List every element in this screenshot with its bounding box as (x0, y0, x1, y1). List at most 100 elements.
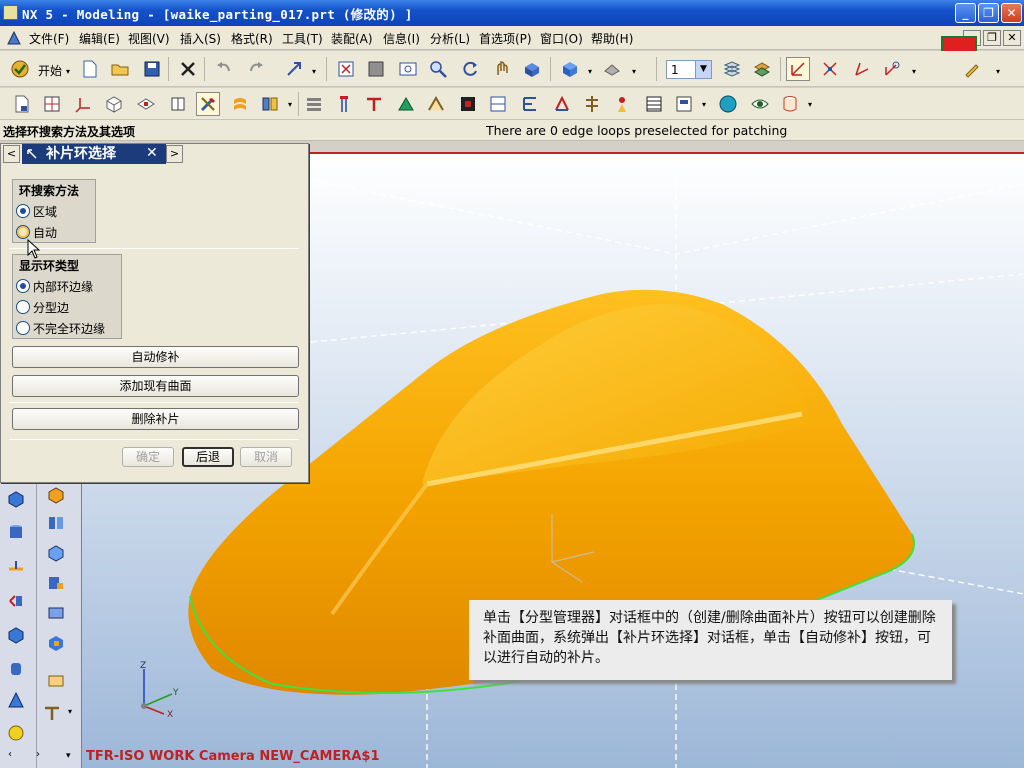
fit-view-icon[interactable] (334, 57, 358, 81)
cylinder-tool-icon[interactable] (4, 520, 28, 544)
wcs-toggle-icon[interactable] (786, 57, 810, 81)
minimize-button[interactable]: _ (955, 3, 976, 23)
wcs-dynamic-icon[interactable] (850, 57, 874, 81)
mold-base-dropdown-icon[interactable]: ▾ (286, 90, 294, 114)
radio-auto-indicator[interactable] (16, 225, 30, 239)
rotate-icon[interactable] (458, 57, 482, 81)
radio-incomplete-loop-indicator[interactable] (16, 321, 30, 335)
box-tool-icon[interactable] (4, 623, 28, 647)
offset-region-icon[interactable] (44, 601, 68, 625)
cancel-button[interactable]: 取消 (240, 447, 292, 467)
restore-button[interactable]: ❐ (978, 3, 999, 23)
radio-incomplete-loop[interactable]: 不完全环边缘 (16, 319, 105, 337)
dialog-title-bar[interactable]: 补片环选择 ✕ (22, 144, 166, 164)
cube-tool-icon[interactable] (4, 487, 28, 511)
menu-tools[interactable]: 工具(T) (282, 30, 323, 47)
pocket-icon[interactable] (550, 92, 574, 116)
menu-file[interactable]: 文件(F) (29, 30, 69, 47)
sphere-tool-icon[interactable] (4, 721, 28, 745)
zoom-icon[interactable] (426, 57, 450, 81)
mdi-restore-button[interactable]: ❐ (983, 30, 1001, 46)
workpiece-icon[interactable] (102, 92, 126, 116)
radio-inner-loop[interactable]: 内部环边缘 (16, 277, 93, 295)
delete-patch-button[interactable]: 删除补片 (12, 408, 299, 430)
render-style-icon[interactable] (558, 57, 582, 81)
delete-icon[interactable] (176, 57, 200, 81)
grid-select-icon[interactable] (40, 92, 64, 116)
radio-region[interactable]: 区域 (16, 202, 57, 220)
wcs-dropdown-icon[interactable]: ▾ (910, 57, 918, 81)
menu-view[interactable]: 视图(V) (128, 30, 170, 47)
standard-parts-icon[interactable] (302, 92, 326, 116)
hole-table-icon[interactable] (672, 92, 696, 116)
back-button[interactable]: 后退 (182, 447, 234, 467)
add-existing-surface-button[interactable]: 添加现有曲面 (12, 375, 299, 397)
trim-icon[interactable] (518, 92, 542, 116)
new-file-icon[interactable] (78, 57, 102, 81)
csys-icon[interactable] (72, 92, 96, 116)
split-body-icon[interactable] (44, 511, 68, 535)
background-dropdown-icon[interactable]: ▾ (630, 57, 638, 81)
drawing-dropdown-icon[interactable]: ▾ (700, 90, 708, 114)
selection-dropdown-icon[interactable]: ▾ (310, 57, 318, 81)
extend-body-icon[interactable] (44, 541, 68, 565)
dialog-prev-button[interactable]: < (3, 145, 20, 163)
radio-region-indicator[interactable] (16, 204, 30, 218)
runner-icon[interactable] (424, 92, 448, 116)
electrode-icon[interactable] (486, 92, 510, 116)
start-icon[interactable] (8, 57, 32, 81)
menu-analysis[interactable]: 分析(L) (430, 30, 470, 47)
mold-base-icon[interactable] (258, 92, 282, 116)
dialog-next-button[interactable]: > (166, 145, 183, 163)
auto-patch-button[interactable]: 自动修补 (12, 346, 299, 368)
gate-icon[interactable] (456, 92, 480, 116)
trim-body-icon[interactable] (4, 555, 28, 579)
layer-select[interactable]: 1 ▼ (666, 60, 712, 79)
bill-of-materials-icon[interactable] (610, 92, 634, 116)
mdi-close-button[interactable]: ✕ (1003, 30, 1021, 46)
menu-assembly[interactable]: 装配(A) (331, 30, 373, 47)
shaded-view-icon[interactable] (520, 57, 544, 81)
menu-window[interactable]: 窗口(O) (540, 30, 583, 47)
visibility-eye-icon[interactable] (748, 92, 772, 116)
ejector-tool-icon[interactable] (40, 701, 64, 725)
zoom-window-icon[interactable] (364, 57, 388, 81)
menu-info[interactable]: 信息(I) (383, 30, 420, 47)
start-button-label[interactable]: 开始 (38, 62, 62, 79)
replace-face-icon[interactable] (4, 589, 28, 613)
slider-icon[interactable] (394, 92, 418, 116)
dialog-close-icon[interactable]: ✕ (146, 143, 158, 163)
globe-view-icon[interactable] (716, 92, 740, 116)
wcs-origin-icon[interactable] (818, 57, 842, 81)
undo-icon[interactable] (212, 57, 236, 81)
resbar-dropdown-icon[interactable]: ▾ (66, 697, 74, 721)
sprue-icon[interactable] (362, 92, 386, 116)
resbar-more-icon[interactable]: ▾ (66, 751, 71, 761)
close-window-button[interactable]: ✕ (1001, 3, 1022, 23)
layer-dropdown-icon[interactable]: ▼ (695, 61, 711, 78)
ok-button[interactable]: 确定 (122, 447, 174, 467)
pan-icon[interactable] (490, 57, 514, 81)
mold-check-icon[interactable] (778, 92, 802, 116)
move-to-layer-icon[interactable] (750, 57, 774, 81)
menu-preferences[interactable]: 首选项(P) (479, 30, 532, 47)
render-dropdown-icon[interactable]: ▾ (586, 57, 594, 81)
menu-edit[interactable]: 编辑(E) (79, 30, 120, 47)
bounding-box-icon[interactable] (44, 669, 68, 693)
block-edit-icon[interactable] (44, 483, 68, 507)
solid-patch-icon[interactable] (44, 631, 68, 655)
layer-settings-icon[interactable] (720, 57, 744, 81)
background-icon[interactable] (600, 57, 624, 81)
resbar-scroll-right-icon[interactable]: › (36, 749, 40, 760)
check-dropdown-icon[interactable]: ▾ (806, 90, 814, 114)
open-folder-icon[interactable] (108, 57, 132, 81)
menu-insert[interactable]: 插入(S) (180, 30, 221, 47)
radio-parting-edge-indicator[interactable] (16, 300, 30, 314)
start-dropdown-icon[interactable]: ▾ (64, 57, 72, 81)
wcs-rotate-icon[interactable] (880, 57, 904, 81)
zoom-box-icon[interactable] (396, 57, 420, 81)
tube-tool-icon[interactable] (4, 657, 28, 681)
ejector-pin-icon[interactable] (332, 92, 356, 116)
cone-tool-icon[interactable] (4, 689, 28, 713)
radio-parting-edge[interactable]: 分型边 (16, 298, 69, 316)
